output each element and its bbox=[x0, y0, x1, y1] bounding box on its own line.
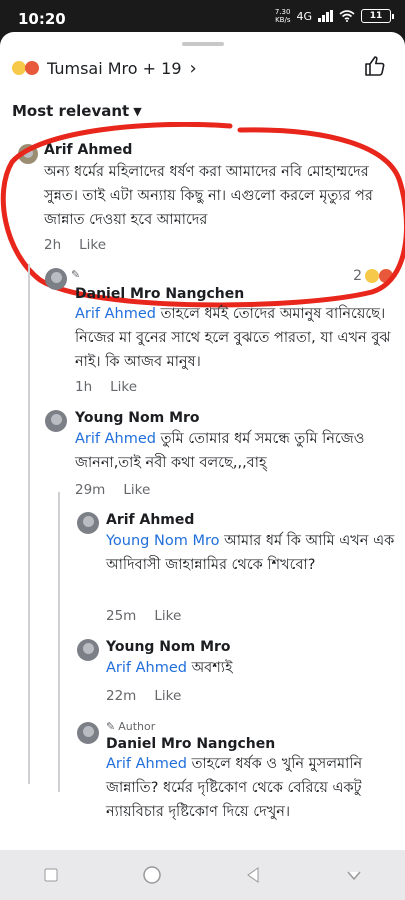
comment-author[interactable]: Daniel Mro Nangchen bbox=[106, 736, 275, 752]
hide-nav-button[interactable] bbox=[341, 862, 367, 888]
comment-text: Arif Ahmed অবশ্যই bbox=[106, 660, 233, 676]
mention-link[interactable]: Young Nom Mro bbox=[106, 533, 219, 549]
recent-apps-button[interactable] bbox=[38, 862, 64, 888]
pencil-icon: ✎ bbox=[71, 268, 81, 281]
avatar[interactable] bbox=[77, 722, 99, 744]
network-type: 4G bbox=[296, 9, 312, 23]
sort-label: Most relevant bbox=[12, 102, 130, 120]
comment-text: Arif Ahmed তাহলে ধর্ষক ও খুনি মুসলমানি জ… bbox=[106, 756, 363, 820]
like-button[interactable]: Like bbox=[79, 237, 106, 253]
square-icon bbox=[44, 868, 58, 882]
comment-meta: 25m Like bbox=[106, 608, 181, 624]
avatar[interactable] bbox=[77, 639, 99, 661]
author-tag: ✎ bbox=[71, 268, 80, 281]
mention-link[interactable]: Arif Ahmed bbox=[106, 756, 187, 772]
network-speed: 7.30 KB/s bbox=[274, 8, 291, 24]
avatar[interactable] bbox=[45, 410, 67, 432]
sad-reaction-icon bbox=[12, 61, 26, 75]
angry-reaction-icon bbox=[379, 269, 393, 283]
mention-link[interactable]: Arif Ahmed bbox=[75, 306, 156, 322]
like-button[interactable]: Like bbox=[123, 482, 150, 498]
status-icons: 7.30 KB/s 4G 11 bbox=[274, 8, 394, 24]
circle-icon bbox=[143, 866, 161, 884]
battery-icon: 11 bbox=[361, 9, 394, 23]
comment-author[interactable]: Arif Ahmed bbox=[106, 512, 194, 528]
mention-link[interactable]: Arif Ahmed bbox=[75, 431, 156, 447]
home-button[interactable] bbox=[139, 862, 165, 888]
sad-reaction-icon bbox=[365, 269, 379, 283]
comment-text: Arif Ahmed তাহলে ধর্মই তোদের অমানুষ বানি… bbox=[75, 306, 391, 370]
sheet-grabber[interactable] bbox=[182, 42, 224, 46]
reaction-count[interactable]: 2 bbox=[353, 268, 393, 284]
sort-dropdown[interactable]: Most relevant ▼ bbox=[12, 102, 142, 120]
chevron-down-icon bbox=[347, 871, 361, 881]
comment-author[interactable]: Young Nom Mro bbox=[106, 639, 231, 655]
avatar[interactable] bbox=[77, 512, 99, 534]
avatar[interactable] bbox=[45, 268, 67, 290]
pencil-icon: ✎ bbox=[106, 720, 116, 733]
comment-text: অন্য ধর্মের মহিলাদের ধর্ষণ করা আমাদের নব… bbox=[44, 164, 373, 228]
signal-icon bbox=[318, 10, 333, 22]
wifi-icon bbox=[339, 10, 355, 22]
mention-link[interactable]: Arif Ahmed bbox=[106, 660, 187, 676]
comment-meta: 1h Like bbox=[75, 379, 137, 395]
angry-reaction-icon bbox=[25, 61, 39, 75]
thread-line bbox=[28, 264, 30, 784]
author-tag: ✎ Author bbox=[106, 720, 156, 733]
status-time: 10:20 bbox=[18, 10, 66, 28]
comment-time: 1h bbox=[75, 379, 93, 395]
comment-time: 22m bbox=[106, 688, 137, 704]
navigation-bar bbox=[0, 850, 405, 900]
comment-author[interactable]: Daniel Mro Nangchen bbox=[75, 286, 244, 302]
like-button[interactable]: Like bbox=[154, 608, 181, 624]
like-button[interactable]: Like bbox=[110, 379, 137, 395]
like-icon[interactable] bbox=[363, 54, 387, 78]
comments-sheet: Tumsai Mro + 19 › Most relevant ▼ Arif A… bbox=[0, 32, 405, 850]
comment-meta: 29m Like bbox=[75, 482, 150, 498]
comment-time: 2h bbox=[44, 237, 62, 253]
reactions-label: Tumsai Mro + 19 bbox=[47, 58, 182, 78]
chevron-down-icon: ▼ bbox=[133, 104, 142, 118]
comment-meta: 22m Like bbox=[106, 688, 181, 704]
comment-time: 29m bbox=[75, 482, 106, 498]
back-button[interactable] bbox=[240, 862, 266, 888]
thread-line bbox=[58, 492, 60, 792]
reactions-summary[interactable]: Tumsai Mro + 19 › bbox=[12, 56, 197, 80]
triangle-back-icon bbox=[247, 867, 259, 883]
comment-author[interactable]: Arif Ahmed bbox=[44, 142, 132, 158]
avatar[interactable] bbox=[18, 144, 38, 164]
comment-meta: 2h Like bbox=[44, 237, 106, 253]
comment-author[interactable]: Young Nom Mro bbox=[75, 410, 200, 426]
like-button[interactable]: Like bbox=[154, 688, 181, 704]
comment-text: Arif Ahmed তুমি তোমার ধর্ম সমন্ধে তুমি ন… bbox=[75, 431, 365, 471]
chevron-right-icon: › bbox=[189, 57, 197, 79]
comment-time: 25m bbox=[106, 608, 137, 624]
comment-text: Young Nom Mro আমার ধর্ম কি আমি এখন এক আদ… bbox=[106, 533, 395, 573]
